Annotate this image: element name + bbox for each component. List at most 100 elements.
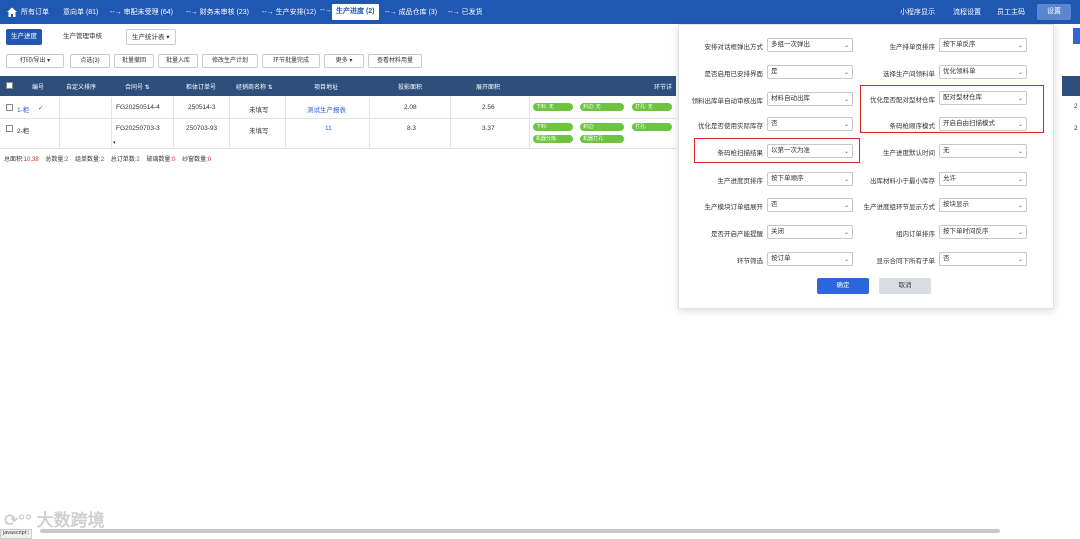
horizontal-scrollbar[interactable] (40, 529, 1000, 533)
setting-select[interactable]: 无 ⌄ (939, 144, 1027, 158)
highlight-box (694, 138, 860, 163)
nav-intent-orders[interactable]: 意向单 (81) (63, 7, 98, 17)
print-export-button[interactable]: 打印/导出 ▾ (6, 54, 64, 68)
col-contract[interactable]: 合同号 ⇅ (125, 82, 150, 91)
setting-select[interactable]: 允许 ⌄ (939, 172, 1027, 186)
right-cell: 2 (1074, 103, 1078, 110)
table-row[interactable]: 1-柜 ✓ FG20250514-4 250514-3 未填写 测试生产报表 2… (0, 97, 676, 119)
expand-area: 2.56 (482, 104, 495, 111)
setting-row: 生产排单页排序 按下单反序 ⌄ (859, 38, 1049, 52)
setting-label: 生产模块订单组展开 (704, 204, 764, 211)
tab-production-stats[interactable]: 生产统计表 ▾ (126, 29, 176, 45)
cancel-button[interactable]: 取消 (879, 278, 931, 294)
col-address: 项目地址 (314, 85, 339, 91)
more-button[interactable]: 更多 ▾ (324, 54, 364, 68)
setting-row: 是否启用已安排界面 是 ⌄ (679, 65, 859, 79)
setting-select[interactable]: 按下单反序 ⌄ (939, 38, 1027, 52)
view-material-button[interactable]: 查看材料用量 (368, 54, 422, 68)
setting-select[interactable]: 否 ⌄ (939, 252, 1027, 266)
setting-select[interactable]: 否 ⌄ (767, 198, 853, 212)
setting-row: 安排对话框弹出方式 多组一次弹出 ⌄ (679, 38, 859, 52)
row-checkbox[interactable] (6, 104, 13, 111)
expand-area: 3.37 (482, 125, 495, 132)
batch-complete-button[interactable]: 环节批量完成 (262, 54, 320, 68)
nav-production-progress[interactable]: 生产进度 (2) (332, 4, 379, 20)
stage-pill[interactable]: 机器分拣: (533, 135, 573, 143)
setting-label: 组内订单排序 (896, 231, 935, 238)
col-stage: 环节详 (654, 85, 673, 91)
settings-button[interactable]: 设置 (1037, 4, 1071, 20)
summary-area: 10.38 (23, 157, 39, 163)
setting-select[interactable]: 按下单顺序 ⌄ (767, 172, 853, 186)
modify-plan-button[interactable]: 修改生产计划 (202, 54, 258, 68)
setting-row: 领料出库单自动审核出库 材料自动出库 ⌄ (679, 92, 859, 106)
dealer-name: 未填写 (249, 128, 269, 135)
contract-number: FG20250703-3 (116, 125, 160, 132)
summary-total-label: 总数量: (45, 157, 66, 163)
nav-flow-settings[interactable]: 流程设置 (953, 7, 981, 17)
table-row[interactable]: 2-柜 FG20250703-3 ▾ 250703-93 未填写 11 8.3 … (0, 119, 676, 149)
setting-select[interactable]: 否 ⌄ (767, 117, 853, 131)
stage-pill[interactable]: 封边: (580, 123, 624, 131)
right-cell: 2 (1074, 125, 1078, 132)
nav-shipped[interactable]: --→ 已发货 (448, 7, 483, 17)
col-custom-sort: 自定义排序 (66, 85, 97, 91)
row-number[interactable]: 2-柜 (17, 125, 29, 135)
contract-number: FG20250514-4 (116, 104, 160, 111)
setting-row: 组内订单排序 按下单时间反序 ⌄ (859, 225, 1049, 239)
nav-finance-unreviewed[interactable]: --→ 财务未审核 (23) (186, 7, 249, 17)
summary-orders-label: 总订单数: (110, 157, 137, 163)
setting-select[interactable]: 材料自动出库 ⌄ (767, 92, 853, 106)
project-address-link[interactable]: 11 (325, 125, 332, 132)
row-checkbox[interactable] (6, 125, 13, 132)
setting-row: 优化是否使用实际库存 否 ⌄ (679, 117, 859, 131)
batch-revoke-button[interactable]: 批量撤回 (114, 54, 154, 68)
setting-select[interactable]: 多组一次弹出 ⌄ (767, 38, 853, 52)
home-icon[interactable] (6, 6, 18, 18)
setting-row: 环节筛选 按订单 ⌄ (679, 252, 859, 266)
watermark: ⟳°° 大数跨境 (4, 506, 105, 531)
stage-pill[interactable]: 封边: 无 (580, 103, 624, 111)
row-number[interactable]: 1-柜 (17, 104, 29, 114)
setting-label: 是否启用已安排界面 (704, 71, 764, 78)
setting-label: 优化是否使用实际库存 (698, 123, 763, 130)
setting-select[interactable]: 关闭 ⌄ (767, 225, 853, 239)
nav-unaccepted[interactable]: --→ 审配未受理 (64) (110, 7, 173, 17)
setting-row: 出库材料小于最小库存 允许 ⌄ (859, 172, 1049, 186)
table-right-strip: 2 2 (1062, 76, 1080, 136)
setting-label: 领料出库单自动审核出库 (691, 98, 764, 105)
nav-staff-code[interactable]: 员工主码 (997, 7, 1025, 17)
setting-select[interactable]: 按订单 ⌄ (767, 252, 853, 266)
expand-caret-icon[interactable]: ▾ (113, 140, 116, 146)
select-all-checkbox[interactable] (6, 82, 13, 89)
tab-production-progress[interactable]: 生产进度 (6, 29, 42, 45)
select-button[interactable]: 点选(3) (70, 54, 110, 68)
setting-select[interactable]: 优化领料单 ⌄ (939, 65, 1027, 79)
project-address-link[interactable]: 测试生产报表 (307, 104, 346, 114)
stage-pill[interactable]: 打孔: 无 (632, 103, 672, 111)
col-proj-area: 投影面积 (398, 85, 423, 91)
nav-mini-program[interactable]: 小程序显示 (900, 7, 935, 17)
stage-pill[interactable]: 机器打孔: (580, 135, 624, 143)
stage-pill[interactable]: 下料: 无 (533, 103, 573, 111)
batch-stock-in-button[interactable]: 批量入库 (158, 54, 198, 68)
confirm-button[interactable]: 确定 (817, 278, 869, 294)
nav-all-orders[interactable]: 所有订单 (21, 7, 49, 17)
nav-finished-warehouse[interactable]: --→ 成品仓库 (3) (385, 7, 437, 17)
setting-select[interactable]: 按下单时间反序 ⌄ (939, 225, 1027, 239)
setting-select[interactable]: 是 ⌄ (767, 65, 853, 79)
nav-production-arrange[interactable]: --→ 生产安排(12) (262, 7, 316, 17)
setting-row: 显示合同下所有子单 否 ⌄ (859, 252, 1049, 266)
right-edge-button[interactable] (1073, 28, 1080, 44)
setting-select[interactable]: 按块显示 ⌄ (939, 198, 1027, 212)
stage-pill[interactable]: 打孔: (632, 123, 672, 131)
stage-pill[interactable]: 下料: (533, 123, 573, 131)
setting-label: 选择生产间领料单 (883, 71, 935, 78)
check-icon: ✓ (38, 105, 44, 112)
projection-area: 8.3 (407, 125, 417, 132)
summary-window-label: 纱窗数量: (182, 157, 208, 163)
tab-production-review[interactable]: 生产管理审核 (58, 29, 107, 45)
summary-orders: 2 (136, 157, 140, 163)
projection-area: 2.08 (404, 104, 417, 111)
col-dealer[interactable]: 经销商名称 ⇅ (236, 82, 273, 91)
